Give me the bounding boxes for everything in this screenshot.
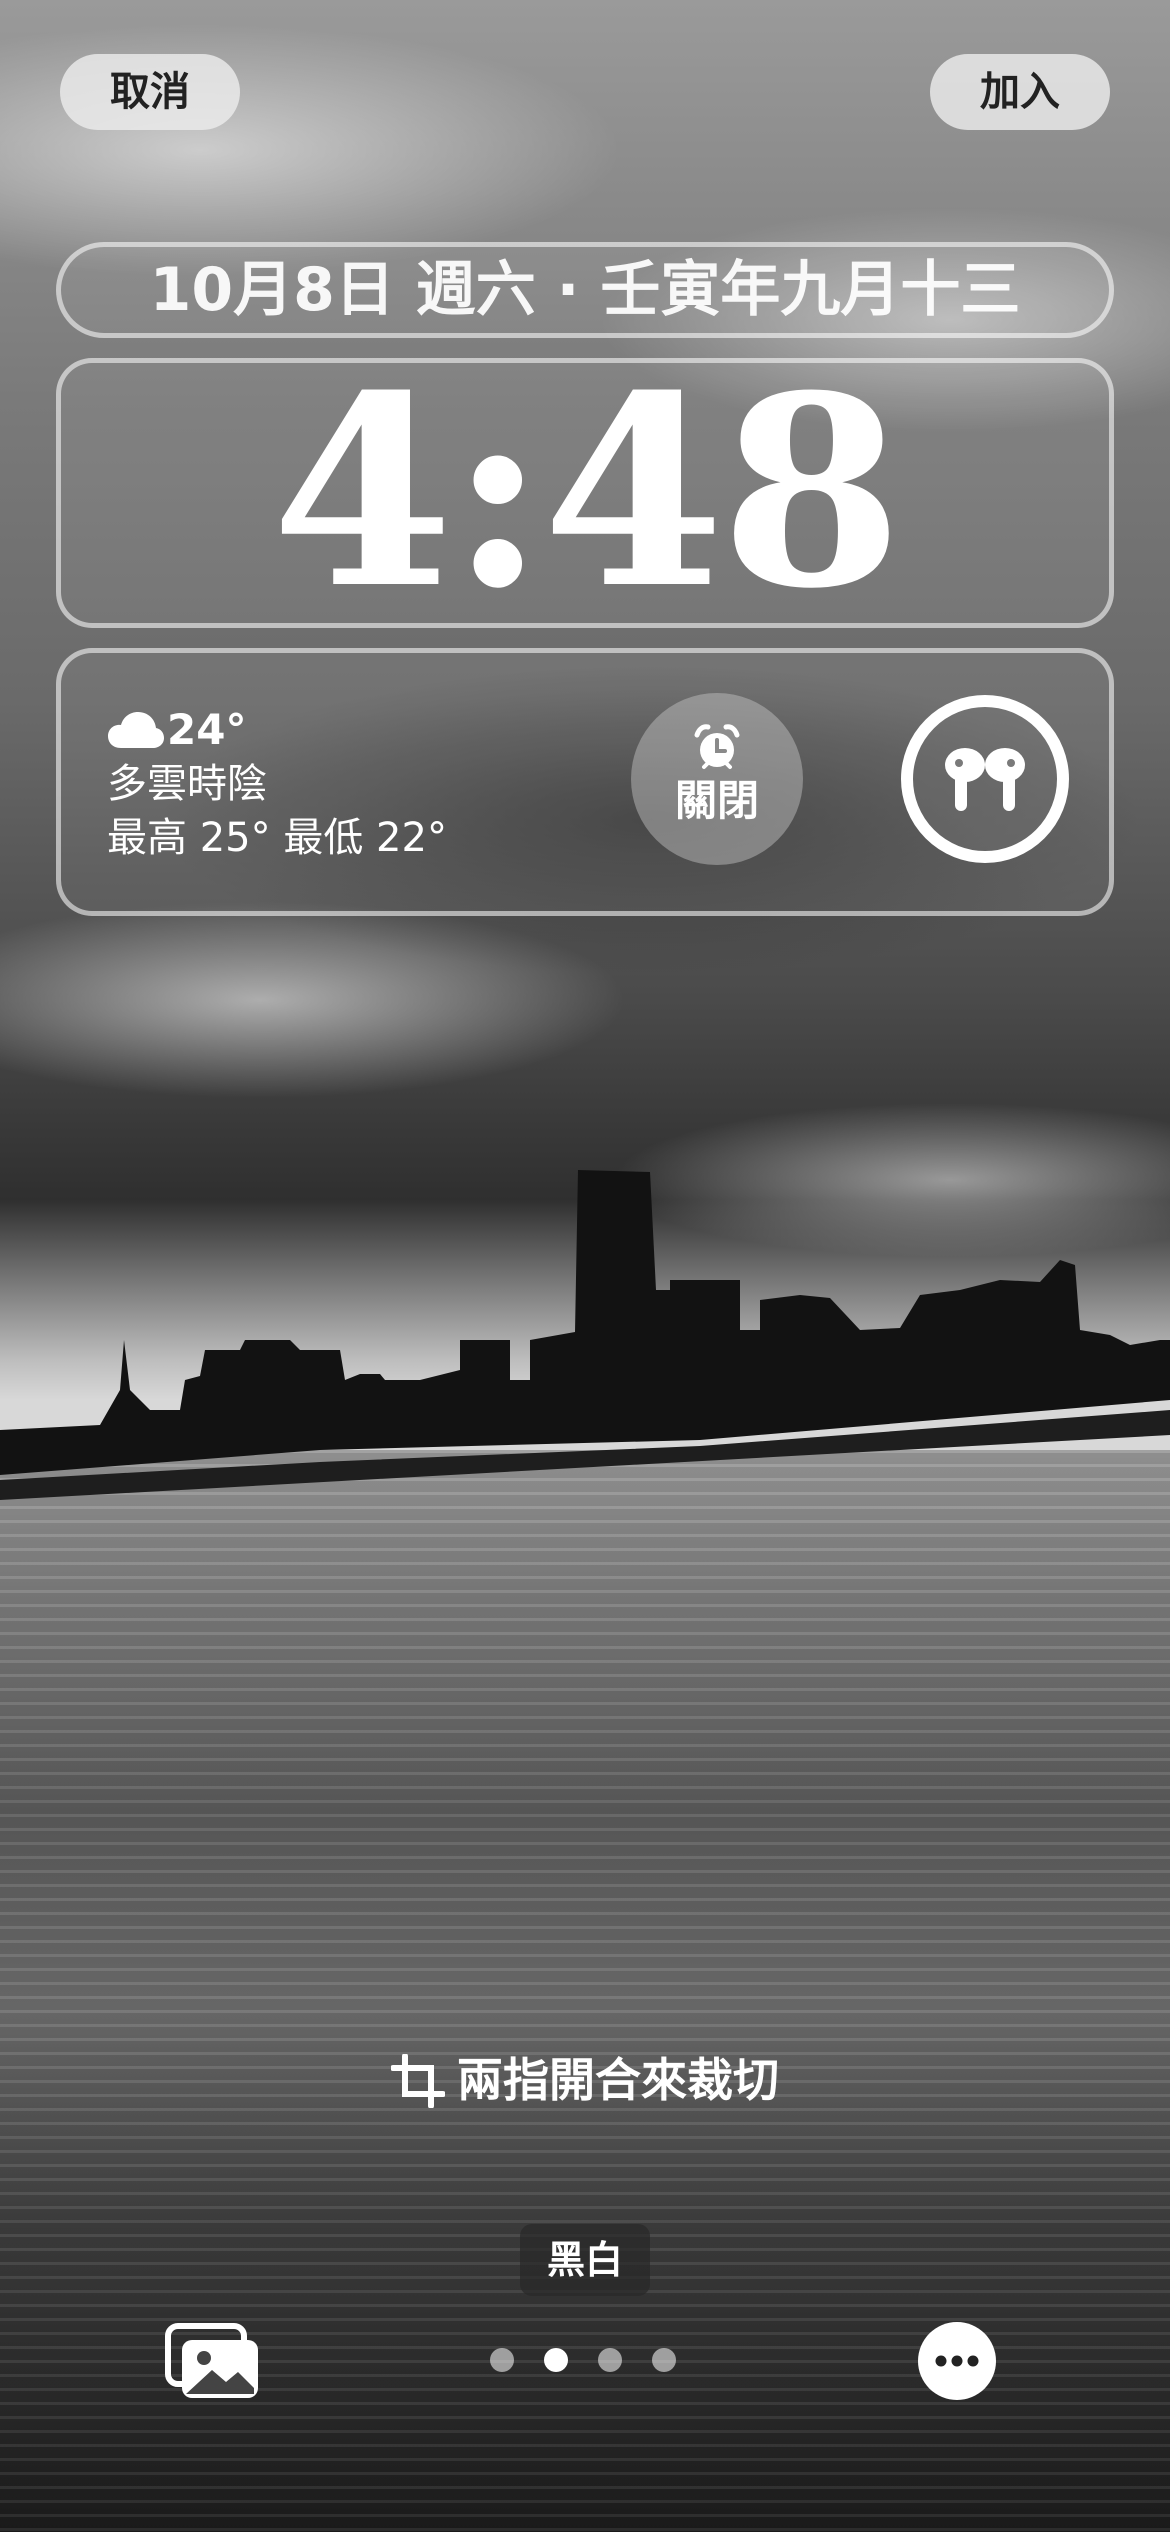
date-label: 10月8日 週六 · 壬寅年九月十三 [149,255,1021,325]
weather-widget[interactable]: 24° 多雲時陰 最高 25° 最低 22° [107,703,527,865]
wallpaper-editor-screen: 取消 加入 10月8日 週六 · 壬寅年九月十三 4:48 24° 多雲時陰 最… [0,0,1170,2532]
page-dot[interactable] [598,2348,622,2372]
photo-library-icon [165,2323,258,2398]
page-dot[interactable] [652,2348,676,2372]
page-indicator[interactable] [490,2348,676,2376]
alarm-status: 關閉 [674,776,759,825]
more-options-button[interactable] [918,2322,996,2400]
airpods-icon [901,695,1069,863]
add-button[interactable]: 加入 [930,54,1110,130]
alarm-widget[interactable]: 關閉 [631,693,803,865]
cancel-button[interactable]: 取消 [60,54,240,130]
weather-temperature: 24° [167,705,247,754]
airpods-battery-widget[interactable] [899,693,1071,865]
page-dot[interactable] [544,2348,568,2372]
wallpaper-skyline [0,1170,1170,1500]
ellipsis-icon [935,2355,979,2367]
clock-time: 4:48 [271,338,903,646]
cloud-icon [108,712,164,748]
clock-frame[interactable]: 4:48 [56,338,1114,646]
widgets-frame[interactable]: 24° 多雲時陰 最高 25° 最低 22° 關閉 [56,648,1114,916]
crop-icon [391,2054,445,2108]
photo-library-button[interactable] [164,2322,262,2402]
page-dot[interactable] [490,2348,514,2372]
filter-name-label: 黑白 [520,2224,650,2296]
weather-high-low: 最高 25° 最低 22° [107,815,447,861]
date-widget-frame[interactable]: 10月8日 週六 · 壬寅年九月十三 [56,242,1114,338]
alarm-clock-icon [694,724,740,769]
weather-condition: 多雲時陰 [107,761,267,807]
crop-hint: 兩指開合來裁切 [0,2048,1170,2112]
crop-hint-text: 兩指開合來裁切 [457,2053,779,2107]
